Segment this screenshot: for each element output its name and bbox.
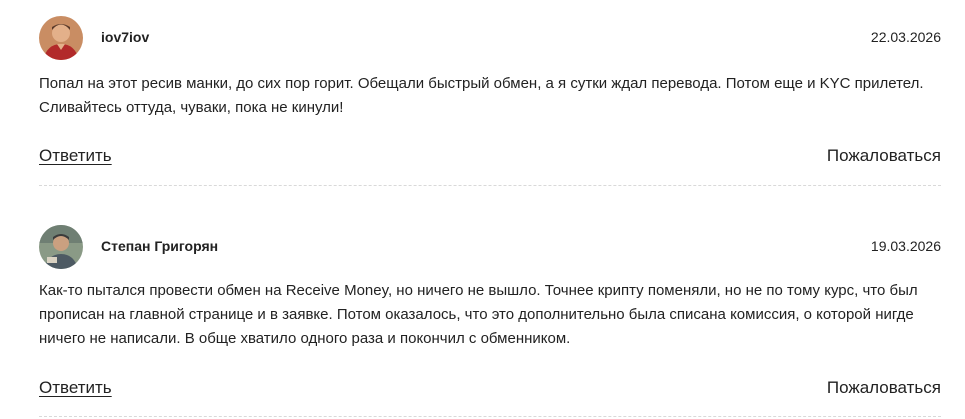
comment-divider	[39, 416, 941, 417]
comment-actions: Ответить Пожаловаться	[39, 378, 941, 402]
comment-header: iov7iov 22.03.2026	[39, 16, 941, 60]
comment-header: Степан Григорян 19.03.2026	[39, 225, 941, 269]
user-avatar-icon	[39, 16, 83, 60]
comment-author: iov7iov	[101, 29, 150, 45]
comment-actions: Ответить Пожаловаться	[39, 146, 941, 170]
user-avatar-icon	[39, 225, 83, 269]
reply-link[interactable]: Ответить	[39, 146, 112, 166]
reply-link[interactable]: Ответить	[39, 378, 112, 398]
report-link[interactable]: Пожаловаться	[827, 146, 941, 166]
comment-text: Попал на этот ресив манки, до сих пор го…	[39, 75, 924, 116]
comment-date: 19.03.2026	[870, 238, 941, 254]
comment-divider	[39, 185, 941, 186]
comment-date: 22.03.2026	[870, 29, 941, 45]
comment-text: Как-то пытался провести обмен на Receive…	[39, 282, 918, 347]
comment-author: Степан Григорян	[101, 238, 219, 254]
report-link[interactable]: Пожаловаться	[827, 378, 941, 398]
